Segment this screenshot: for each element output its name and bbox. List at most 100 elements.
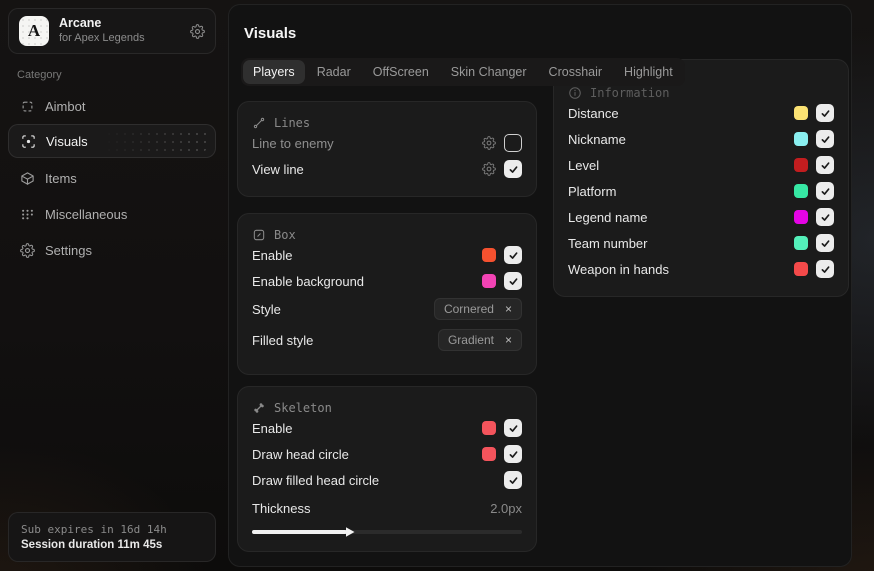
- head-circle-checkbox[interactable]: [504, 445, 522, 463]
- setting-row-view-line: View line: [252, 156, 522, 182]
- thickness-value: 2.0px: [490, 501, 522, 516]
- sidebar-item-visuals[interactable]: Visuals: [8, 124, 216, 158]
- tab-radar[interactable]: Radar: [307, 60, 361, 84]
- setting-row-box-background: Enable background: [252, 268, 522, 294]
- setting-label: Platform: [568, 184, 616, 199]
- setting-row-box-style: Style Cornered ×: [252, 294, 522, 324]
- line-to-enemy-checkbox[interactable]: [504, 134, 522, 152]
- tab-bar: Players Radar OffScreen Skin Changer Cro…: [241, 58, 685, 86]
- app-logo: A: [19, 16, 49, 46]
- thickness-slider-fill: [252, 530, 347, 534]
- row-gear-icon[interactable]: [482, 162, 496, 176]
- view-line-checkbox[interactable]: [504, 160, 522, 178]
- box-card: Box Enable Enable background Style Corne…: [237, 213, 537, 375]
- line-segment-icon: [252, 116, 266, 130]
- thickness-slider-thumb[interactable]: [346, 527, 355, 537]
- sidebar: A Arcane for Apex Legends Category Aimbo…: [0, 0, 224, 571]
- thickness-slider[interactable]: [252, 530, 522, 534]
- level-checkbox[interactable]: [816, 156, 834, 174]
- tab-highlight[interactable]: Highlight: [614, 60, 683, 84]
- color-swatch[interactable]: [794, 132, 808, 146]
- sidebar-item-label: Items: [45, 171, 77, 186]
- color-swatch[interactable]: [794, 236, 808, 250]
- app-settings-gear-icon[interactable]: [190, 24, 205, 39]
- app-header-card: A Arcane for Apex Legends: [8, 8, 216, 54]
- clear-selection-icon[interactable]: ×: [505, 303, 512, 315]
- distance-checkbox[interactable]: [816, 104, 834, 122]
- nickname-checkbox[interactable]: [816, 130, 834, 148]
- box-slash-icon: [252, 228, 266, 242]
- cube-icon: [20, 171, 35, 186]
- style-select[interactable]: Cornered ×: [434, 298, 522, 320]
- legend-name-checkbox[interactable]: [816, 208, 834, 226]
- style-select-value: Cornered: [444, 302, 494, 316]
- color-swatch[interactable]: [794, 158, 808, 172]
- setting-label: Level: [568, 158, 599, 173]
- setting-label: Team number: [568, 236, 647, 251]
- setting-row-filled-head-circle: Draw filled head circle: [252, 467, 522, 493]
- info-icon: [568, 86, 582, 100]
- setting-row-box-enable: Enable: [252, 242, 522, 268]
- sidebar-item-label: Settings: [45, 243, 92, 258]
- filled-style-select-value: Gradient: [448, 333, 494, 347]
- weapon-in-hands-checkbox[interactable]: [816, 260, 834, 278]
- lines-card-title: Lines: [274, 116, 310, 130]
- color-swatch[interactable]: [794, 210, 808, 224]
- row-gear-icon[interactable]: [482, 136, 496, 150]
- color-swatch[interactable]: [482, 274, 496, 288]
- box-background-checkbox[interactable]: [504, 272, 522, 290]
- setting-row-distance: Distance: [568, 100, 834, 126]
- sidebar-item-items[interactable]: Items: [8, 161, 216, 195]
- app-logo-letter: A: [28, 21, 40, 41]
- color-swatch[interactable]: [794, 262, 808, 276]
- setting-label: Draw head circle: [252, 447, 349, 462]
- skeleton-card: Skeleton Enable Draw head circle Draw fi…: [237, 386, 537, 552]
- box-card-title: Box: [274, 228, 296, 242]
- color-swatch[interactable]: [794, 184, 808, 198]
- color-swatch[interactable]: [794, 106, 808, 120]
- clear-selection-icon[interactable]: ×: [505, 334, 512, 346]
- sidebar-item-label: Aimbot: [45, 99, 85, 114]
- app-subtitle: for Apex Legends: [59, 32, 145, 46]
- color-swatch[interactable]: [482, 421, 496, 435]
- tab-offscreen[interactable]: OffScreen: [363, 60, 439, 84]
- sidebar-item-aimbot[interactable]: Aimbot: [8, 89, 216, 123]
- setting-label: Enable: [252, 421, 292, 436]
- tab-players[interactable]: Players: [243, 60, 305, 84]
- setting-label: Style: [252, 302, 281, 317]
- setting-label: Legend name: [568, 210, 648, 225]
- skeleton-enable-checkbox[interactable]: [504, 419, 522, 437]
- grid-dots-icon: [20, 207, 35, 222]
- setting-row-thickness: Thickness 2.0px: [252, 495, 522, 521]
- sidebar-item-label: Miscellaneous: [45, 207, 127, 222]
- sidebar-item-settings[interactable]: Settings: [8, 233, 216, 267]
- information-card-title: Information: [590, 86, 669, 100]
- team-number-checkbox[interactable]: [816, 234, 834, 252]
- filled-style-select[interactable]: Gradient ×: [438, 329, 522, 351]
- setting-row-weapon-in-hands: Weapon in hands: [568, 256, 834, 282]
- platform-checkbox[interactable]: [816, 182, 834, 200]
- setting-row-platform: Platform: [568, 178, 834, 204]
- setting-row-head-circle: Draw head circle: [252, 441, 522, 467]
- setting-label: Weapon in hands: [568, 262, 669, 277]
- aimbot-icon: [20, 99, 35, 114]
- app-name: Arcane: [59, 16, 145, 32]
- lines-card: Lines Line to enemy View line: [237, 101, 537, 197]
- gear-icon: [20, 243, 35, 258]
- main-panel: Visuals Players Radar OffScreen Skin Cha…: [228, 4, 852, 567]
- setting-label: View line: [252, 162, 304, 177]
- setting-label: Distance: [568, 106, 619, 121]
- subscription-card: Sub expires in 16d 14h Session duration …: [8, 512, 216, 562]
- sidebar-item-miscellaneous[interactable]: Miscellaneous: [8, 197, 216, 231]
- color-swatch[interactable]: [482, 248, 496, 262]
- tab-crosshair[interactable]: Crosshair: [539, 60, 613, 84]
- tab-skin-changer[interactable]: Skin Changer: [441, 60, 537, 84]
- information-card: Information Distance Nickname Level Plat: [553, 59, 849, 297]
- filled-head-circle-checkbox[interactable]: [504, 471, 522, 489]
- color-swatch[interactable]: [482, 447, 496, 461]
- setting-label: Nickname: [568, 132, 626, 147]
- setting-row-skeleton-enable: Enable: [252, 415, 522, 441]
- setting-row-legend-name: Legend name: [568, 204, 834, 230]
- box-enable-checkbox[interactable]: [504, 246, 522, 264]
- setting-row-line-to-enemy: Line to enemy: [252, 130, 522, 156]
